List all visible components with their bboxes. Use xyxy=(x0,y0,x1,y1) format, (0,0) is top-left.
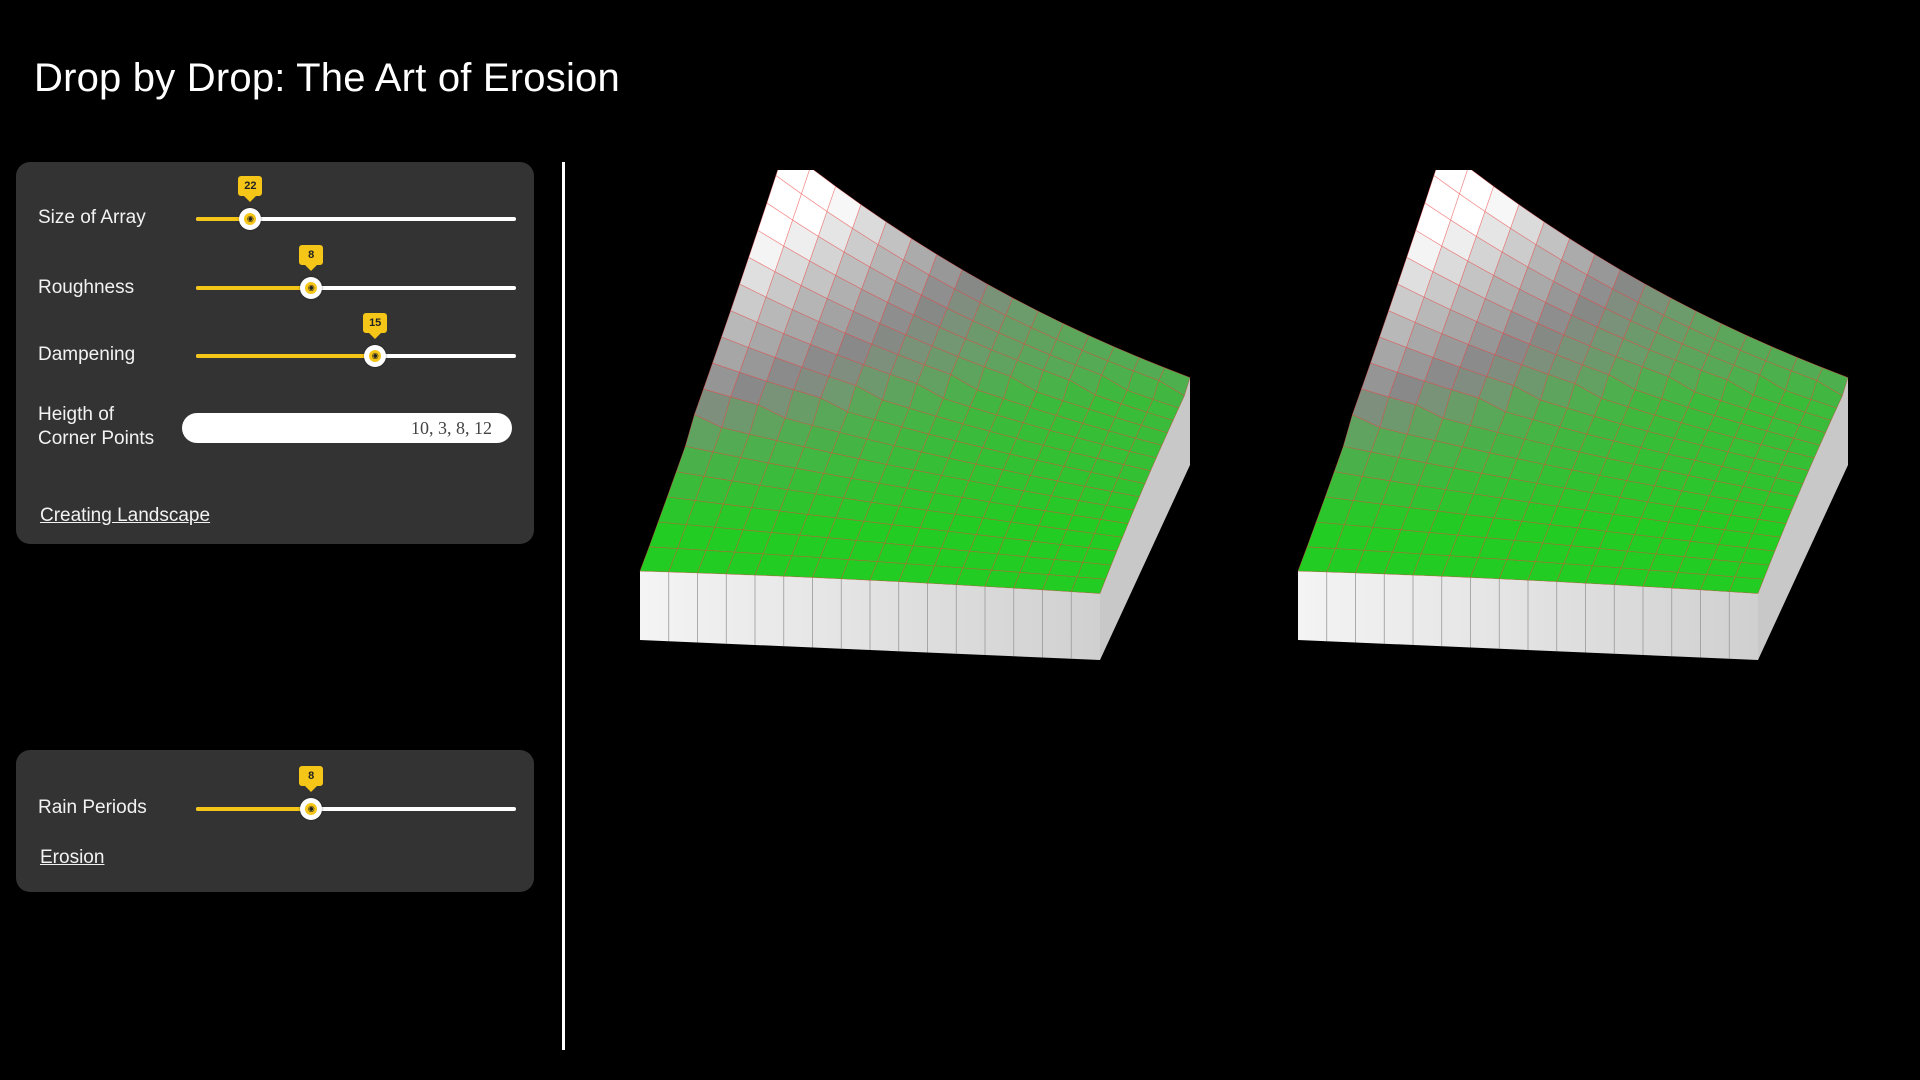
size-of-array-slider[interactable]: 22 ◉ xyxy=(180,176,516,234)
terrain-viewport-before[interactable] xyxy=(600,170,1240,870)
rain-periods-label: Rain Periods xyxy=(38,797,147,818)
eye-icon: ◉ xyxy=(307,283,315,292)
page-title: Drop by Drop: The Art of Erosion xyxy=(34,56,620,100)
slider-fill xyxy=(196,286,312,290)
terrain-mesh-cell xyxy=(1734,561,1770,580)
corner-points-input[interactable]: 10, 3, 8, 12 xyxy=(182,413,512,443)
slider-thumb[interactable]: ◉ xyxy=(300,277,323,299)
terrain-mesh-cell xyxy=(1728,576,1765,594)
slider-value-badge: 8 xyxy=(299,766,324,792)
corner-points-label-line1: Heigth of xyxy=(38,404,115,425)
panel-divider xyxy=(562,162,565,1050)
corner-points-label-line2: Corner Points xyxy=(38,428,155,449)
eye-icon: ◉ xyxy=(307,804,315,813)
erosion-link[interactable]: Erosion xyxy=(40,847,104,869)
erosion-panel: Rain Periods 8 ◉ Erosion xyxy=(16,750,534,892)
terrain-mesh-cell xyxy=(1070,576,1107,594)
slider-thumb[interactable]: ◉ xyxy=(364,345,387,367)
terrain-mesh-cell xyxy=(1076,561,1112,580)
corner-points-label: Heigth of Corner Points xyxy=(38,403,154,451)
slider-fill xyxy=(196,354,376,358)
roughness-label: Roughness xyxy=(38,277,135,298)
slider-thumb[interactable]: ◉ xyxy=(300,798,323,820)
slider-value-badge: 8 xyxy=(299,245,324,271)
roughness-slider[interactable]: 8 ◉ xyxy=(180,245,516,303)
slider-value-badge: 15 xyxy=(363,313,388,339)
slider-fill xyxy=(196,807,312,811)
rain-periods-slider[interactable]: 8 ◉ xyxy=(180,766,516,824)
terrain-viewport-after[interactable] xyxy=(1258,170,1898,870)
landscape-panel: Size of Array 22 ◉ Roughness 8 ◉ Dampeni… xyxy=(16,162,534,544)
eye-icon: ◉ xyxy=(371,351,379,360)
dampening-slider[interactable]: 15 ◉ xyxy=(180,313,516,371)
slider-value-badge: 22 xyxy=(238,176,263,202)
dampening-label: Dampening xyxy=(38,344,136,365)
eye-icon: ◉ xyxy=(246,214,254,223)
slider-thumb[interactable]: ◉ xyxy=(239,208,262,230)
size-of-array-label: Size of Array xyxy=(38,207,146,228)
creating-landscape-link[interactable]: Creating Landscape xyxy=(40,505,210,527)
